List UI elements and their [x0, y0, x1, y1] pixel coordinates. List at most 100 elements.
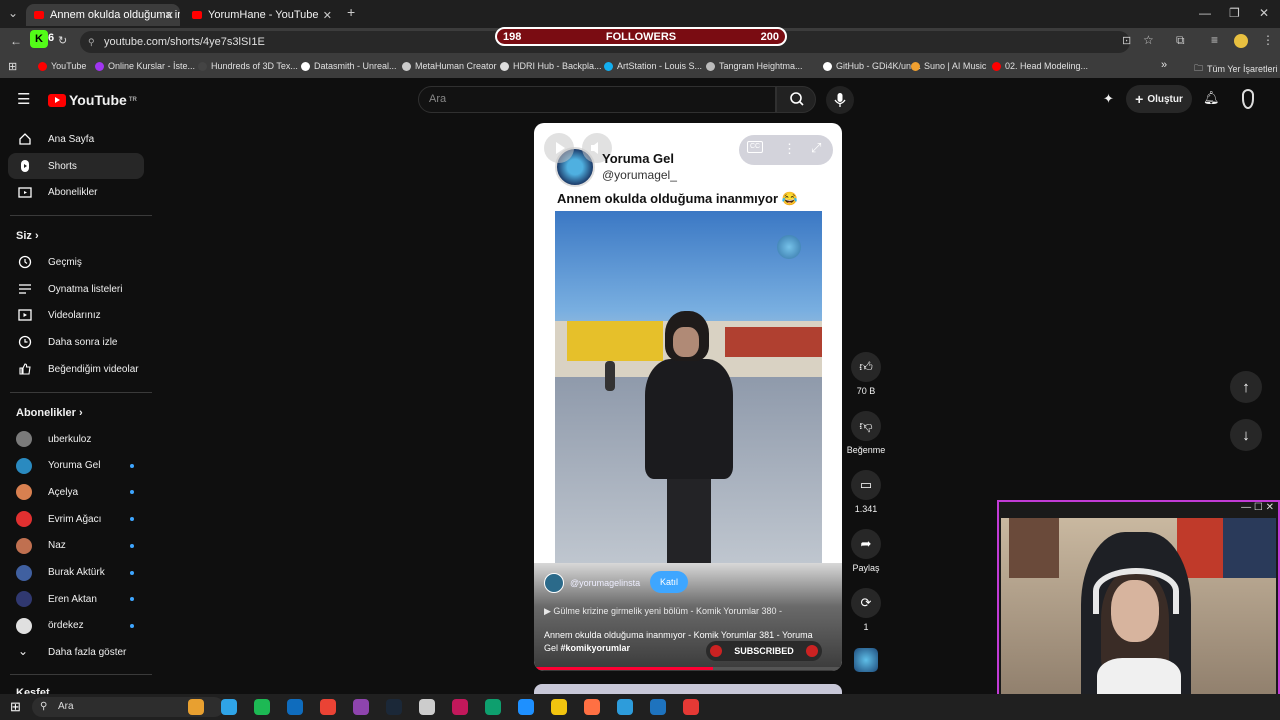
bookmark-item[interactable]: GitHub - GDi4K/unr...	[823, 61, 921, 71]
sidebar-item-liked-videos[interactable]: Beğendiğim videolar	[8, 356, 144, 382]
taskbar-app-icon[interactable]	[485, 699, 501, 715]
share-icon[interactable]: ➦	[851, 529, 881, 559]
taskbar-app-icon[interactable]	[353, 699, 369, 715]
tab-active[interactable]: Annem okulda olduğuma inanm ✕	[26, 4, 180, 26]
next-short-preview[interactable]	[534, 684, 842, 694]
remix-icon[interactable]: ⟳	[851, 588, 881, 618]
reload-icon[interactable]: ↻	[58, 34, 67, 47]
next-short-button[interactable]: ↓	[1230, 419, 1262, 451]
extensions-icon[interactable]: ⧉	[1176, 33, 1185, 48]
tab-close-icon[interactable]: ✕	[165, 9, 174, 22]
remix-action[interactable]: ⟳ 1	[849, 588, 883, 632]
taskbar-app-icon[interactable]	[518, 699, 534, 715]
overlay-handle[interactable]: @yorumagelinsta	[570, 578, 640, 588]
all-bookmarks-folder[interactable]: 🗀 Tüm Yer İşaretleri	[1194, 61, 1278, 77]
ai-sparkle-icon[interactable]: ✦	[1103, 91, 1114, 107]
bookmark-item[interactable]: Online Kurslar - İste...	[95, 61, 195, 71]
play-button[interactable]	[544, 133, 574, 163]
apps-grid-icon[interactable]: ⊞	[8, 60, 17, 73]
sidebar-item-home[interactable]: Ana Sayfa	[8, 126, 144, 152]
maximize-button[interactable]: ❐	[1229, 6, 1240, 20]
taskbar-app-icon[interactable]	[683, 699, 699, 715]
taskbar-app-icon[interactable]	[650, 699, 666, 715]
subscriptions-section-header[interactable]: Abonelikler ›	[16, 407, 83, 419]
join-button[interactable]: Katıl	[650, 571, 688, 593]
taskbar-app-icon[interactable]	[452, 699, 468, 715]
subscription-item[interactable]: ördekez	[8, 613, 144, 639]
subscription-item[interactable]: Eren Aktan	[8, 586, 144, 612]
minimize-button[interactable]: —	[1199, 6, 1211, 20]
taskbar-app-icon[interactable]	[551, 699, 567, 715]
youtube-logo[interactable]: YouTube TR	[48, 92, 137, 108]
tab-list-chevron-icon[interactable]: ⌄	[8, 6, 18, 20]
windows-start-icon[interactable]: ⊞	[10, 699, 21, 715]
close-window-button[interactable]: ✕	[1259, 6, 1269, 20]
subscription-item[interactable]: Evrim Ağacı	[8, 506, 144, 532]
tab-yorumhane[interactable]: YorumHane - YouTube ✕	[184, 4, 338, 26]
bookmarks-more-icon[interactable]: »	[1161, 59, 1167, 71]
bookmark-item[interactable]: 02. Head Modeling...	[992, 61, 1088, 71]
bookmark-star-icon[interactable]: ☆	[1143, 33, 1154, 47]
profile-avatar[interactable]	[1234, 34, 1248, 48]
dislike-icon[interactable]: 👎︎	[851, 411, 881, 441]
taskbar-app-icon[interactable]	[617, 699, 633, 715]
bookmark-item[interactable]: Tangram Heightma...	[706, 61, 803, 71]
taskbar-app-icon[interactable]	[419, 699, 435, 715]
you-section-header[interactable]: Siz ›	[16, 230, 39, 242]
share-action[interactable]: ➦ Paylaş	[849, 529, 883, 573]
new-tab-plus-icon[interactable]: +	[347, 4, 355, 20]
subscription-item[interactable]: Açelya	[8, 479, 144, 505]
subscription-item[interactable]: Burak Aktürk	[8, 560, 144, 586]
sidebar-item-history[interactable]: Geçmiş	[8, 249, 144, 275]
site-info-icon[interactable]: ⚲	[88, 31, 95, 53]
taskbar-app-icon[interactable]	[320, 699, 336, 715]
taskbar-app-icon[interactable]	[287, 699, 303, 715]
install-app-icon[interactable]: ⊡	[1122, 34, 1131, 47]
taskbar-app-icon[interactable]	[254, 699, 270, 715]
hashtag-link[interactable]: #komikyorumlar	[561, 643, 631, 653]
subscription-item[interactable]: Naz	[8, 533, 144, 559]
bookmark-item[interactable]: ArtStation - Louis S...	[604, 61, 702, 71]
overlay-channel-avatar[interactable]	[544, 573, 564, 593]
taskbar-app-icon[interactable]	[584, 699, 600, 715]
taskbar-app-icon[interactable]	[221, 699, 237, 715]
captions-icon[interactable]: CC	[747, 141, 763, 153]
fullscreen-icon[interactable]: ⤢	[811, 140, 821, 156]
create-button[interactable]: + Oluştur	[1126, 85, 1192, 113]
search-button[interactable]	[776, 86, 816, 113]
video-progress-bar[interactable]	[534, 667, 842, 670]
bookmark-item[interactable]: HDRI Hub - Backpla...	[500, 61, 602, 71]
sidebar-item-subscriptions[interactable]: Abonelikler	[8, 179, 144, 205]
bookmark-item[interactable]: Datasmith - Unreal...	[301, 61, 397, 71]
bookmark-item[interactable]: MetaHuman Creator	[402, 61, 497, 71]
sidebar-item-watch-later[interactable]: Daha sonra izle	[8, 329, 144, 355]
comment-icon[interactable]: ▭	[851, 470, 881, 500]
previous-short-button[interactable]: ↑	[1230, 371, 1262, 403]
search-input[interactable]: Ara	[418, 86, 776, 113]
sidebar-item-playlists[interactable]: Oynatma listeleri	[8, 276, 144, 302]
sidebar-item-your-videos[interactable]: Videolarınız	[8, 302, 144, 328]
back-arrow-icon[interactable]: ←	[10, 34, 22, 48]
voice-search-button[interactable]	[826, 86, 854, 114]
more-options-icon[interactable]: ⋮	[783, 141, 796, 157]
tab-close-icon[interactable]: ✕	[323, 9, 332, 22]
subscription-item[interactable]: Yoruma Gel	[8, 453, 144, 479]
reading-list-icon[interactable]: ≡	[1211, 33, 1218, 47]
show-more-button[interactable]: ⌄ Daha fazla göster	[8, 639, 144, 665]
like-action[interactable]: 👍︎ 70 B	[849, 352, 883, 396]
account-avatar[interactable]	[1242, 89, 1254, 109]
comments-action[interactable]: ▭ 1.341	[849, 470, 883, 514]
bookmark-item[interactable]: YouTube	[38, 61, 86, 71]
related-video-link[interactable]: ▶ Gülme krizine girmelik yeni bölüm - Ko…	[544, 606, 782, 617]
bookmark-item[interactable]: Hundreds of 3D Tex...	[198, 61, 298, 71]
shorts-player[interactable]: CC ⋮ ⤢ Yoruma Gel @yorumagel_ Annem okul…	[534, 123, 842, 671]
like-icon[interactable]: 👍︎	[851, 352, 881, 382]
notifications-bell-icon[interactable]: 🔔︎	[1203, 90, 1220, 106]
sidebar-item-shorts[interactable]: Shorts	[8, 153, 144, 179]
taskbar-app-icon[interactable]	[386, 699, 402, 715]
menu-hamburger-icon[interactable]: ☰	[17, 90, 30, 108]
dislike-action[interactable]: 👎︎ Beğenme	[846, 411, 886, 455]
taskbar-app-icon[interactable]	[188, 699, 204, 715]
subscription-item[interactable]: uberkuloz	[8, 426, 144, 452]
browser-menu-icon[interactable]: ⋮	[1262, 33, 1274, 47]
